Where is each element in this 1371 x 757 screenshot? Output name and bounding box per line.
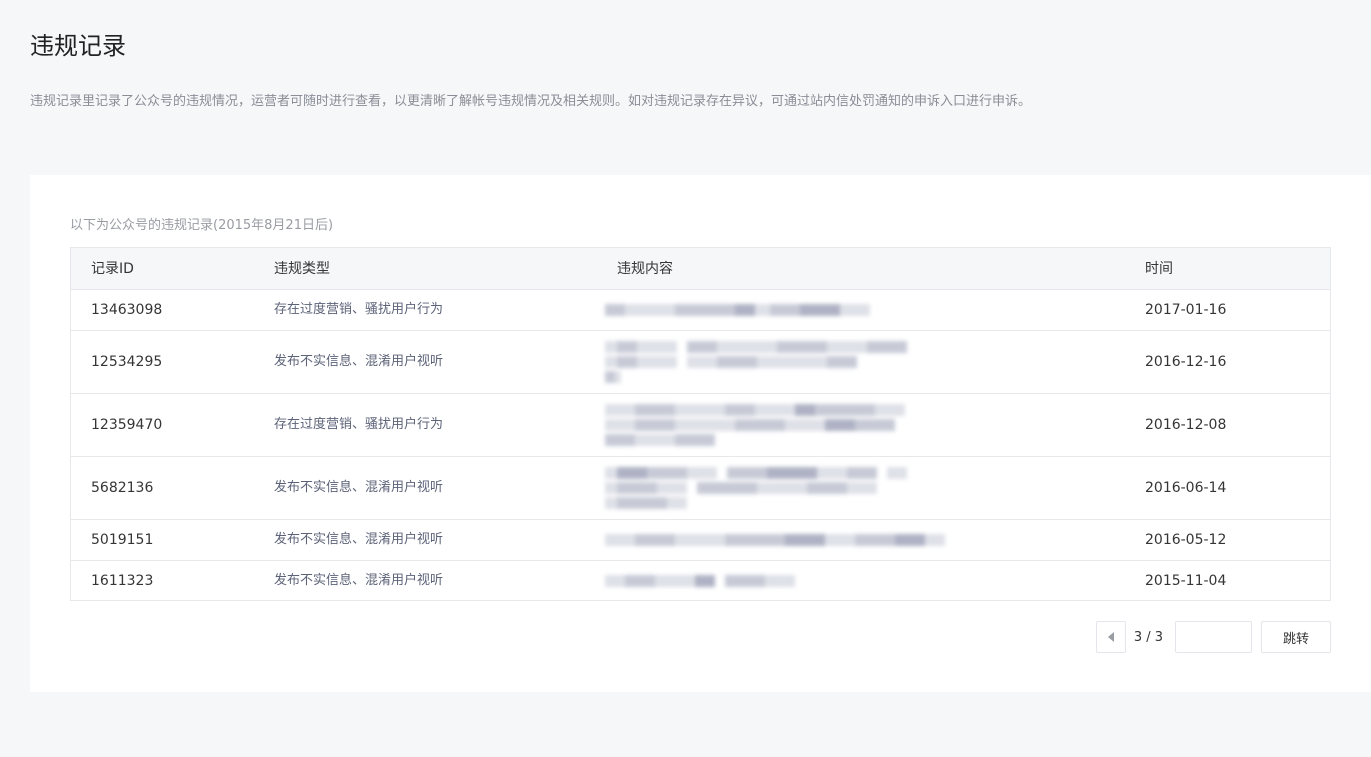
violation-type: 发布不实信息、混淆用户视听 [274, 480, 444, 495]
record-id: 13463098 [91, 302, 163, 318]
record-id: 1611323 [91, 572, 154, 589]
record-id: 12359470 [91, 417, 163, 433]
violation-time: 2015-11-04 [1145, 572, 1227, 589]
violation-type: 存在过度营销、骚扰用户行为 [274, 417, 444, 432]
violation-time: 2016-06-14 [1145, 480, 1227, 496]
table-row: 12359470 存在过度营销、骚扰用户行为 2016-12-08 [71, 393, 1330, 456]
chevron-left-icon [1107, 632, 1114, 642]
violation-records-card: 以下为公众号的违规记录(2015年8月21日后) 记录ID 违规类型 违规内容 … [30, 175, 1371, 692]
jump-button[interactable]: 跳转 [1261, 621, 1331, 653]
records-caption: 以下为公众号的违规记录(2015年8月21日后) [70, 218, 334, 233]
table-row: 13463098 存在过度营销、骚扰用户行为 2017-01-16 [71, 289, 1330, 330]
violation-table: 记录ID 违规类型 违规内容 时间 13463098 存在过度营销、骚扰用户行为… [70, 247, 1331, 601]
violation-type: 发布不实信息、混淆用户视听 [274, 572, 444, 588]
violation-time: 2016-12-16 [1145, 354, 1227, 370]
violation-type: 发布不实信息、混淆用户视听 [274, 354, 444, 369]
table-row: 12534295 发布不实信息、混淆用户视听 2016-12-16 [71, 330, 1330, 393]
violation-content-blurred [597, 520, 1145, 560]
record-id: 5682136 [91, 480, 154, 496]
prev-page-button[interactable] [1095, 621, 1126, 653]
violation-time: 2016-12-08 [1145, 417, 1227, 433]
page-title: 违规记录 [30, 32, 126, 60]
page-jump-input[interactable] [1175, 621, 1252, 653]
pagination: 3 / 3 跳转 [1095, 621, 1331, 653]
violation-type: 存在过度营销、骚扰用户行为 [274, 302, 444, 317]
violation-content-blurred [597, 457, 1145, 519]
header-record-id: 记录ID [91, 260, 134, 277]
violation-time: 2016-05-12 [1145, 532, 1227, 548]
page-description: 违规记录里记录了公众号的违规情况，运营者可随时进行查看，以更清晰了解帐号违规情况… [30, 94, 1032, 109]
violation-content-blurred [597, 331, 1145, 393]
table-row: 1611323 发布不实信息、混淆用户视听 2015-11-04 [71, 560, 1330, 600]
header-violation-type: 违规类型 [274, 260, 330, 277]
record-id: 5019151 [91, 532, 154, 548]
header-violation-content: 违规内容 [617, 260, 673, 277]
table-row: 5682136 发布不实信息、混淆用户视听 2016-06-14 [71, 456, 1330, 519]
violation-time: 2017-01-16 [1145, 302, 1227, 318]
header-time: 时间 [1145, 260, 1173, 277]
violation-content-blurred [597, 394, 1145, 456]
page-indicator: 3 / 3 [1133, 629, 1163, 645]
table-header-row: 记录ID 违规类型 违规内容 时间 [71, 248, 1330, 289]
record-id: 12534295 [91, 354, 163, 370]
table-row: 5019151 发布不实信息、混淆用户视听 2016-05-12 [71, 519, 1330, 560]
violation-content-blurred [597, 561, 1145, 600]
violation-content-blurred [597, 290, 1145, 330]
violation-type: 发布不实信息、混淆用户视听 [274, 532, 444, 547]
